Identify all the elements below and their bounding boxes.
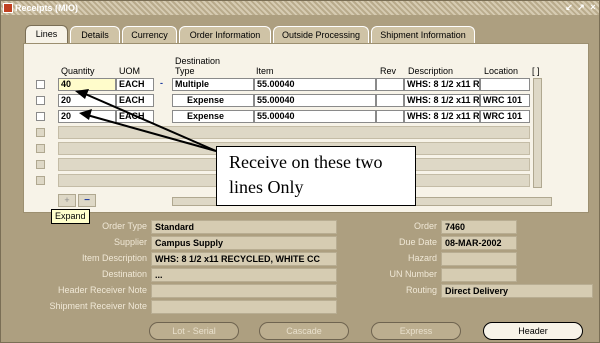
order-type-label: Order Type: [102, 221, 147, 231]
order-field[interactable]: 7460: [441, 220, 517, 234]
annotation-callout: Receive on these two lines Only: [216, 146, 416, 206]
lot-serial-button[interactable]: Lot - Serial: [149, 322, 239, 340]
routing-field[interactable]: Direct Delivery: [441, 284, 593, 298]
item-description-label: Item Description: [81, 253, 147, 263]
arrow-head: [75, 89, 89, 99]
order-label: Order: [413, 221, 437, 231]
order-type-field[interactable]: Standard: [151, 220, 337, 234]
receipts-window: Receipts (MIO) ↙ ↗ × Lines Details Curre…: [0, 0, 600, 343]
un-number-field[interactable]: [441, 268, 517, 282]
due-date-label: Due Date: [398, 237, 437, 247]
destination-field[interactable]: ...: [151, 268, 337, 282]
arrow-line: [82, 92, 217, 152]
un-number-label: UN Number: [389, 269, 437, 279]
due-date-field[interactable]: 08-MAR-2002: [441, 236, 517, 250]
routing-label: Routing: [405, 285, 437, 295]
header-receiver-note-label: Header Receiver Note: [57, 285, 147, 295]
arrow-head: [79, 109, 92, 120]
header-button[interactable]: Header: [483, 322, 583, 340]
shipment-receiver-note-field[interactable]: [151, 300, 337, 314]
shipment-receiver-note-label: Shipment Receiver Note: [49, 301, 147, 311]
header-receiver-note-field[interactable]: [151, 284, 337, 298]
cascade-button[interactable]: Cascade: [259, 322, 349, 340]
item-description-field[interactable]: WHS: 8 1/2 x11 RECYCLED, WHITE CC: [151, 252, 337, 266]
supplier-label: Supplier: [113, 237, 147, 247]
hazard-field[interactable]: [441, 252, 517, 266]
express-button[interactable]: Express: [371, 322, 461, 340]
hazard-label: Hazard: [407, 253, 437, 263]
arrow-line: [86, 114, 217, 152]
supplier-field[interactable]: Campus Supply: [151, 236, 337, 250]
destination-label: Destination: [101, 269, 147, 279]
